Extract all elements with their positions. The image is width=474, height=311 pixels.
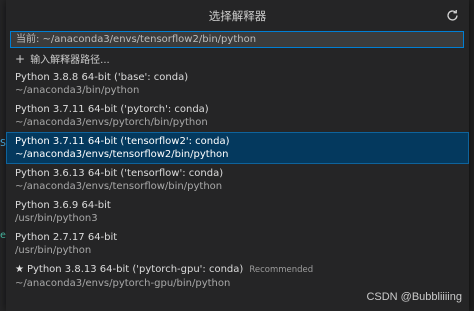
interpreter-search-box[interactable] (10, 31, 464, 48)
interpreter-item-title: Python 3.7.11 64-bit ('tensorflow2': con… (15, 135, 469, 148)
interpreter-item[interactable]: Python 3.6.9 64-bit/usr/bin/python3 (6, 196, 469, 228)
interpreter-item-path: ~/anaconda3/envs/tensorflow2/bin/python (15, 149, 229, 160)
interpreter-list: + 输入解释器路径... Python 3.8.8 64-bit ('base'… (6, 51, 469, 292)
interpreter-item-path: ~/anaconda3/envs/tensorflow/bin/python (15, 181, 223, 192)
interpreter-item-path: ~/anaconda3/envs/pytorch-gpu/bin/python (15, 278, 231, 289)
interpreter-item[interactable]: Python 3.8.8 64-bit ('base': conda) ~/ana… (6, 68, 469, 100)
interpreter-item-path: ~/anaconda3/envs/pytorch/bin/python (15, 117, 208, 128)
interpreter-item-title: Python 3.6.13 64-bit ('tensorflow': cond… (15, 167, 469, 180)
interpreter-item[interactable]: Python 3.7.11 64-bit ('pytorch': conda) ~… (6, 100, 469, 132)
interpreter-item-title: Python 3.6.9 64-bit (15, 199, 469, 212)
interpreter-item-name: Python 3.7.11 64-bit ('tensorflow2': con… (15, 136, 230, 147)
interpreter-item-name: Python 2.7.17 64-bit (15, 232, 118, 243)
enter-interpreter-path-item[interactable]: + 输入解释器路径... (6, 51, 469, 68)
interpreter-search-input[interactable] (11, 32, 463, 47)
interpreter-item-title: ★ Python 3.8.13 64-bit ('pytorch-gpu': co… (15, 263, 469, 277)
interpreter-item-path: /usr/bin/python3 (15, 213, 98, 224)
interpreter-item-title: Python 3.8.8 64-bit ('base': conda) (15, 71, 469, 84)
screenshot: S e 选择解释器 + 输入解释器路径... Python 3.8.8 64-b… (0, 0, 474, 311)
interpreter-quick-pick: 选择解释器 + 输入解释器路径... Python 3.8.8 64-bit (… (6, 0, 469, 311)
interpreter-item-path: /usr/bin/python (15, 245, 92, 256)
interpreter-item[interactable]: Python 2.7.17 64-bit/usr/bin/python (6, 228, 469, 260)
quick-pick-title: 选择解释器 (208, 9, 267, 23)
interpreter-item-title: Python 2.7.17 64-bit (15, 231, 469, 244)
star-icon: ★ (15, 264, 24, 275)
interpreter-item[interactable]: ★ Python 3.8.13 64-bit ('pytorch-gpu': co… (6, 260, 469, 292)
watermark: CSDN @Bubbliiiing (366, 291, 462, 303)
quick-pick-titlebar: 选择解释器 (6, 0, 469, 28)
interpreter-item-name: Python 3.6.9 64-bit (15, 200, 111, 211)
refresh-icon[interactable] (446, 9, 459, 22)
interpreter-item[interactable]: Python 3.6.13 64-bit ('tensorflow': cond… (6, 164, 469, 196)
interpreter-item-path: ~/anaconda3/bin/python (15, 85, 140, 96)
enter-interpreter-path-label: 输入解释器路径... (30, 55, 110, 66)
plus-icon: + (15, 52, 26, 66)
interpreter-items: Python 3.8.8 64-bit ('base': conda) ~/ana… (6, 68, 469, 292)
interpreter-item[interactable]: Python 3.7.11 64-bit ('tensorflow2': con… (6, 132, 469, 164)
interpreter-item-name: Python 3.6.13 64-bit ('tensorflow': cond… (15, 168, 224, 179)
interpreter-item-name: Python 3.8.13 64-bit ('pytorch-gpu': con… (26, 264, 244, 275)
interpreter-item-name: Python 3.7.11 64-bit ('pytorch': conda) (15, 104, 209, 115)
interpreter-item-name: Python 3.8.8 64-bit ('base': conda) (15, 72, 189, 83)
recommended-badge: Recommended (249, 265, 314, 275)
interpreter-item-title: Python 3.7.11 64-bit ('pytorch': conda) (15, 103, 469, 116)
